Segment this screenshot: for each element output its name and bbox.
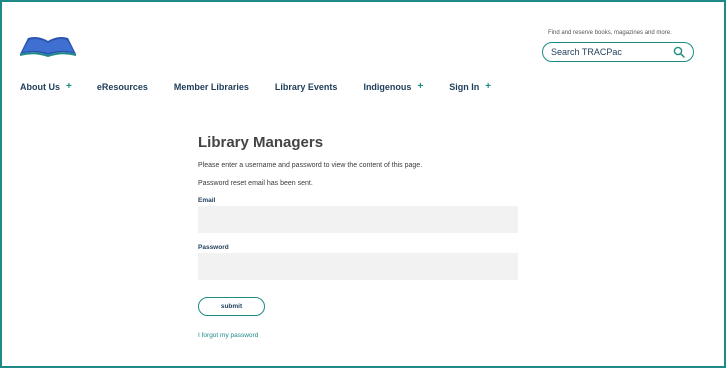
forgot-password-link[interactable]: I forgot my password bbox=[198, 332, 258, 339]
nav-item-label: eResources bbox=[96, 81, 148, 92]
nav-item-eresources[interactable]: eResources bbox=[97, 82, 148, 92]
email-field[interactable] bbox=[198, 206, 518, 233]
search-box[interactable] bbox=[542, 42, 694, 62]
logo-icon[interactable] bbox=[18, 32, 78, 60]
page-frame: Find and reserve books, magazines and mo… bbox=[0, 0, 726, 368]
submit-button[interactable]: submit bbox=[198, 297, 265, 316]
password-field[interactable] bbox=[198, 253, 518, 280]
search-input[interactable] bbox=[551, 47, 669, 57]
login-form: Email Password submit I forgot my passwo… bbox=[198, 2, 522, 366]
password-label: Password bbox=[198, 244, 229, 251]
expand-plus-icon[interactable]: + bbox=[66, 81, 72, 92]
search-icon[interactable] bbox=[673, 46, 685, 58]
nav-item-about-us[interactable]: About Us + bbox=[20, 81, 72, 92]
email-label: Email bbox=[198, 197, 216, 204]
nav-item-label: About Us bbox=[20, 81, 60, 92]
search-hint: Find and reserve books, magazines and mo… bbox=[548, 30, 672, 36]
